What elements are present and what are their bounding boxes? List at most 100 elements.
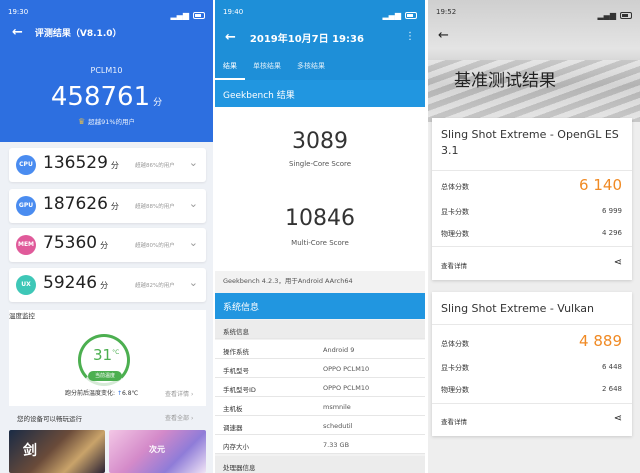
row-key: 主机板 xyxy=(223,405,243,413)
cpu-badge: CPU xyxy=(16,155,36,175)
back-arrow-icon[interactable]: ← xyxy=(438,28,449,43)
single-core-score: 3089 xyxy=(292,129,348,154)
devices-more-label: 查看全部 xyxy=(165,415,190,422)
results-section-header: Geekbench 结果 xyxy=(215,80,425,107)
test-result-card: Sling Shot Extreme - Vulkan 总体分数 4 889 显… xyxy=(432,292,632,436)
antutu-header: 19:30 ▂▄▆ ← 评测结果（V8.1.0） PCLM10 458761 分 … xyxy=(0,0,213,142)
graphics-score-label: 显卡分数 xyxy=(441,208,469,216)
score-card-cpu[interactable]: CPU 136529 分 超越86%的用户 ⌄ xyxy=(9,148,206,182)
chevron-down-icon[interactable]: ⌄ xyxy=(189,156,198,169)
multi-core-label: Multi-Core Score xyxy=(291,239,349,247)
signal-icon: ▂▄▆ xyxy=(382,10,401,20)
crown-icon: ♛ xyxy=(77,117,86,126)
battery-icon xyxy=(193,11,205,19)
geekbench-panel: 19:40 ▂▄▆ ← 2019年10月7日 19:36 ⋮ 结果 单核结果 多… xyxy=(215,0,425,473)
share-icon[interactable]: ⋖ xyxy=(614,413,622,424)
tab-bar: 结果 单核结果 多核结果 xyxy=(215,60,425,80)
table-row: 内存大小 7.33 GB xyxy=(215,435,425,454)
more-options-icon[interactable]: ⋮ xyxy=(405,31,415,42)
temperature-number: 31 xyxy=(93,346,113,364)
test-result-card: Sling Shot Extreme - OpenGL ES 3.1 总体分数 … xyxy=(432,118,632,280)
row-value: schedutil xyxy=(323,422,353,430)
page-title: 2019年10月7日 19:36 xyxy=(249,34,364,45)
page-title: 基准测试结果 xyxy=(454,71,556,91)
ux-beat: 超越82%的用户 xyxy=(135,283,175,289)
graphics-score-value: 6 999 xyxy=(601,207,622,215)
antutu-panel: 19:30 ▂▄▆ ← 评测结果（V8.1.0） PCLM10 458761 分 … xyxy=(0,0,213,473)
score-card-gpu[interactable]: GPU 187626 分 超越88%的用户 ⌄ xyxy=(9,189,206,223)
score-box: 3089 Single-Core Score 10846 Multi-Core … xyxy=(215,107,425,271)
chevron-down-icon[interactable]: ⌄ xyxy=(189,197,198,210)
ux-badge: UX xyxy=(16,275,36,295)
game-thumbnail[interactable]: 剑 xyxy=(9,430,105,473)
temp-change-value: 6.8℃ xyxy=(121,390,139,397)
share-icon[interactable]: ⋖ xyxy=(614,257,622,268)
page-title: 评测结果（V8.1.0） xyxy=(34,29,122,39)
row-value: 7.33 GB xyxy=(323,441,350,449)
ux-score-value: 59246 xyxy=(43,273,98,293)
divider xyxy=(432,170,632,171)
chevron-down-icon[interactable]: ⌄ xyxy=(189,236,198,249)
chevron-down-icon[interactable]: ⌄ xyxy=(189,276,198,289)
table-row: 手机型号 OPPO PCLM10 xyxy=(215,359,425,378)
view-details-link[interactable]: 查看详情 xyxy=(441,260,467,270)
row-key: 手机型号 xyxy=(223,367,249,375)
score-card-ux[interactable]: UX 59246 分 超越82%的用户 ⌄ xyxy=(9,268,206,302)
devices-more-link[interactable]: 查看全部 › xyxy=(165,413,193,422)
beat-percentage: ♛ 超越91%的用户 xyxy=(0,116,213,126)
mem-beat: 超越80%的用户 xyxy=(135,243,175,249)
device-model: PCLM10 xyxy=(90,66,123,75)
processor-info-label: 处理器信息 xyxy=(223,464,256,472)
physics-score-value: 4 296 xyxy=(601,229,622,237)
processor-info-section: 处理器信息 xyxy=(215,456,425,473)
status-bar: 19:52 ▂▄▆ xyxy=(428,0,640,22)
mem-score-unit: 分 xyxy=(100,241,109,250)
row-value: msmnile xyxy=(323,403,351,411)
score-card-mem[interactable]: MEM 75360 分 超越80%的用户 ⌄ xyxy=(9,228,206,262)
row-key: 调速器 xyxy=(223,424,243,432)
table-row: 主机板 msmnile xyxy=(215,397,425,416)
view-details-link[interactable]: 查看详情 xyxy=(441,416,467,426)
temp-detail-link[interactable]: 查看详情 › xyxy=(165,389,193,398)
table-row: 手机型号ID OPPO PCLM10 xyxy=(215,378,425,397)
status-bar: 19:40 ▂▄▆ xyxy=(215,0,425,22)
chevron-right-icon: › xyxy=(190,391,194,398)
system-info-section: 系统信息 xyxy=(215,320,425,339)
row-key: 手机型号ID xyxy=(223,386,256,394)
ux-score-unit: 分 xyxy=(100,281,109,290)
divider xyxy=(432,324,632,325)
mem-score: 75360 分 xyxy=(43,233,108,253)
gpu-score-value: 187626 xyxy=(43,194,108,214)
signal-icon: ▂▄▆ xyxy=(170,10,189,20)
status-time: 19:52 xyxy=(436,8,457,16)
row-value: OPPO PCLM10 xyxy=(323,365,370,373)
system-info-header: 系统信息 xyxy=(215,293,425,319)
temperature-change: 跑分前后温度变化: ↑6.8℃ xyxy=(65,388,138,397)
tab-single-core[interactable]: 单核结果 xyxy=(245,60,289,80)
chevron-right-icon: › xyxy=(190,415,194,422)
cpu-beat: 超越86%的用户 xyxy=(135,163,175,169)
row-key: 操作系统 xyxy=(223,348,249,356)
battery-icon xyxy=(620,11,632,19)
devices-title: 您的设备可以畅玩运行 xyxy=(17,415,82,423)
tab-multi-core[interactable]: 多核结果 xyxy=(289,60,333,80)
gpu-beat: 超越88%的用户 xyxy=(135,204,175,210)
back-arrow-icon[interactable]: ← xyxy=(12,26,23,39)
beat-text: 超越91%的用户 xyxy=(88,118,136,126)
game-thumbnail[interactable]: 次元 xyxy=(109,430,206,473)
current-temp-pill: 当前温度 xyxy=(88,371,122,381)
cpu-score-value: 136529 xyxy=(43,153,108,173)
gpu-score: 187626 分 xyxy=(43,194,119,214)
mem-score-value: 75360 xyxy=(43,233,98,253)
cpu-score: 136529 分 xyxy=(43,153,119,173)
gpu-badge: GPU xyxy=(16,196,36,216)
back-arrow-icon[interactable]: ← xyxy=(225,31,236,44)
physics-score-label: 物理分数 xyxy=(441,230,469,238)
gpu-score-unit: 分 xyxy=(110,202,119,211)
mem-badge: MEM xyxy=(16,235,36,255)
temperature-unit: °C xyxy=(112,349,120,356)
game-logo-text: 次元 xyxy=(149,445,165,454)
table-row: 操作系统 Android 9 xyxy=(215,340,425,359)
tab-results[interactable]: 结果 xyxy=(215,60,245,80)
temperature-value: 31°C xyxy=(93,346,119,364)
